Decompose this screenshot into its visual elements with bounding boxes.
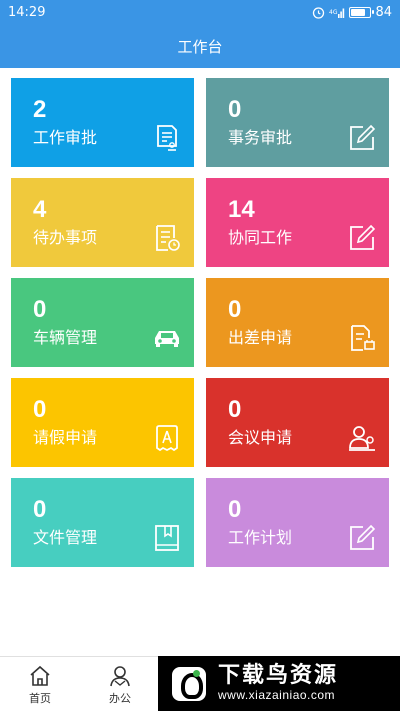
edit-icon (350, 224, 376, 250)
watermark-banner: 下载鸟资源 www.xiazainiao.com (158, 656, 400, 711)
page-title: 工作台 (177, 37, 223, 56)
tile-collaboration[interactable]: 14 协同工作 (206, 178, 389, 267)
car-icon (155, 331, 179, 347)
tile-leave-request[interactable]: 0 请假申请 (11, 378, 194, 467)
business-trip-doc-icon (351, 325, 375, 351)
tile-count: 2 (33, 96, 47, 123)
tile-business-trip[interactable]: 0 出差申请 (206, 278, 389, 367)
header: 工作台 (0, 24, 400, 68)
leave-form-icon (156, 425, 178, 452)
tile-count: 0 (228, 396, 242, 423)
file-book-icon (155, 525, 179, 551)
edit-icon (350, 124, 376, 150)
tile-count: 0 (228, 496, 242, 523)
watermark-text: 下载鸟资源 www.xiazainiao.com (218, 664, 338, 703)
edit-icon (350, 524, 376, 550)
status-time: 14:29 (8, 4, 46, 20)
nav-item-home[interactable]: 首页 (0, 657, 80, 711)
tile-meeting-request[interactable]: 0 会议申请 (206, 378, 389, 467)
nav-label: 办公 (109, 691, 131, 705)
meeting-person-icon (349, 426, 375, 451)
tile-count: 14 (228, 196, 255, 223)
alarm-icon (313, 6, 325, 19)
battery-level: 84 (375, 4, 392, 20)
tile-todo[interactable]: 4 待办事项 (11, 178, 194, 267)
tile-file-management[interactable]: 0 文件管理 (11, 478, 194, 567)
status-indicators: 4G 84 (312, 5, 392, 20)
todo-list-icon (156, 225, 180, 251)
tile-count: 0 (228, 296, 242, 323)
home-icon (30, 665, 50, 686)
signal-icon: 4G (329, 8, 345, 18)
tile-count: 0 (33, 396, 47, 423)
watermark-title: 下载鸟资源 (218, 663, 339, 689)
watermark-logo-icon (172, 666, 206, 701)
tile-count: 4 (33, 196, 47, 223)
tile-work-approval[interactable]: 2 工作审批 (11, 78, 194, 167)
approval-doc-icon (157, 125, 177, 151)
svg-text:4G: 4G (329, 9, 338, 16)
tile-affairs-approval[interactable]: 0 事务审批 (206, 78, 389, 167)
nav-label: 首页 (29, 691, 51, 705)
office-icon (110, 665, 130, 686)
tile-vehicle-management[interactable]: 0 车辆管理 (11, 278, 194, 367)
tile-count: 0 (33, 296, 47, 323)
status-bar: 14:29 4G 84 (0, 0, 400, 24)
tile-work-plan[interactable]: 0 工作计划 (206, 478, 389, 567)
tile-count: 0 (33, 496, 47, 523)
nav-item-office[interactable]: 办公 (80, 657, 160, 711)
workbench-grid: 2 工作审批 0 事务审批 4 待办事项 14 协同工作 0 车辆管理 0 出差… (11, 78, 389, 567)
tile-count: 0 (228, 96, 242, 123)
watermark-url: www.xiazainiao.com (218, 688, 336, 703)
battery-icon (349, 6, 375, 18)
